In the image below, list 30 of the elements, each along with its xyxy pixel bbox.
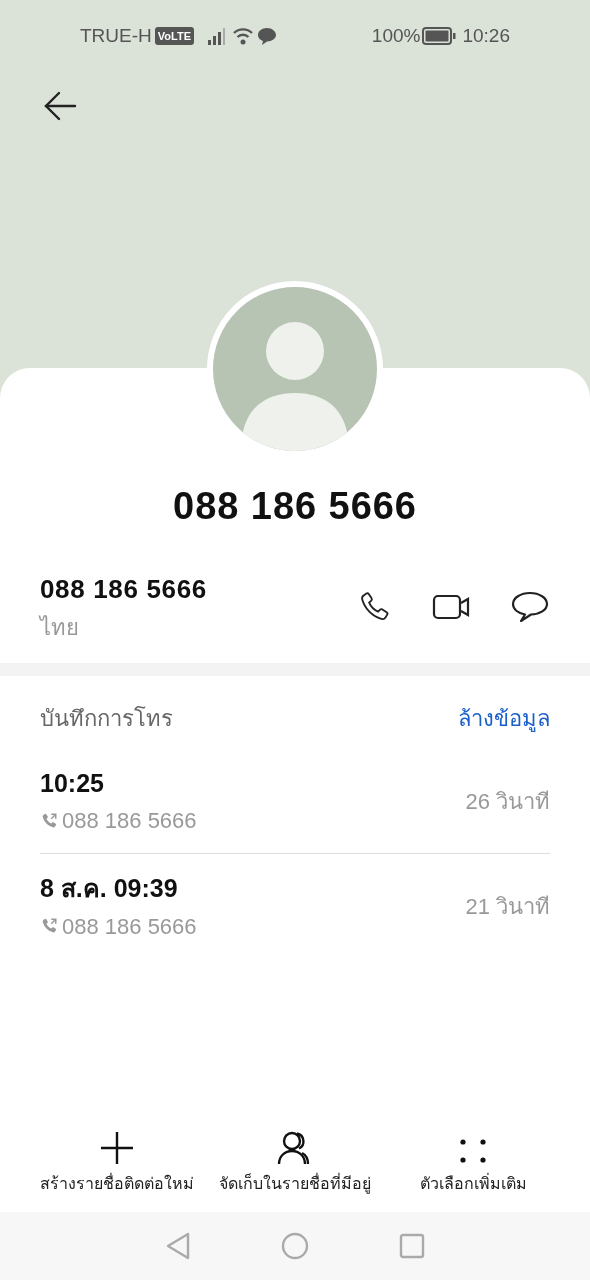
call-number: 088 186 5666 — [62, 807, 197, 836]
call-time: 10:25 — [40, 767, 105, 799]
wifi-icon — [232, 26, 254, 46]
save-to-contact-button[interactable]: จัดเก็บในรายชื่อที่มีอยู่ — [208, 1114, 382, 1196]
more-options-button[interactable]: ตัวเลือกเพิ่มเติม — [386, 1114, 560, 1196]
new-contact-button[interactable]: สร้างรายชื่อติดต่อใหม่ — [30, 1114, 204, 1196]
plus-icon — [99, 1130, 135, 1166]
more-options-icon — [458, 1136, 488, 1166]
battery-icon — [422, 27, 457, 45]
square-recents-icon — [399, 1233, 425, 1259]
clear-data-link[interactable]: ล้างข้อมูล — [458, 702, 550, 735]
call-time: 8 ส.ค. 09:39 — [40, 873, 179, 905]
speech-bubble-icon — [511, 590, 549, 624]
call-duration: 26 วินาที — [465, 787, 550, 816]
outgoing-call-icon — [40, 811, 58, 830]
circle-home-icon — [281, 1232, 309, 1260]
clock-time: 10:26 — [462, 23, 510, 48]
signal-icon — [208, 27, 228, 45]
battery-percentage: 100% — [371, 23, 421, 48]
carrier-name: TRUE-H — [80, 23, 152, 48]
call-log-heading: บันทึกการโทร — [40, 705, 173, 733]
volte-badge: VoLTE — [154, 26, 194, 46]
phone-number: 088 186 5666 — [40, 573, 208, 606]
triangle-back-icon — [165, 1232, 191, 1260]
contact-title: 088 186 5666 — [173, 484, 417, 529]
call-duration: 21 วินาที — [465, 893, 550, 921]
phone-region: ไทย — [40, 614, 80, 642]
call-number: 088 186 5666 — [62, 912, 197, 941]
video-camera-icon — [432, 593, 472, 621]
chat-bubble-icon — [257, 27, 277, 45]
